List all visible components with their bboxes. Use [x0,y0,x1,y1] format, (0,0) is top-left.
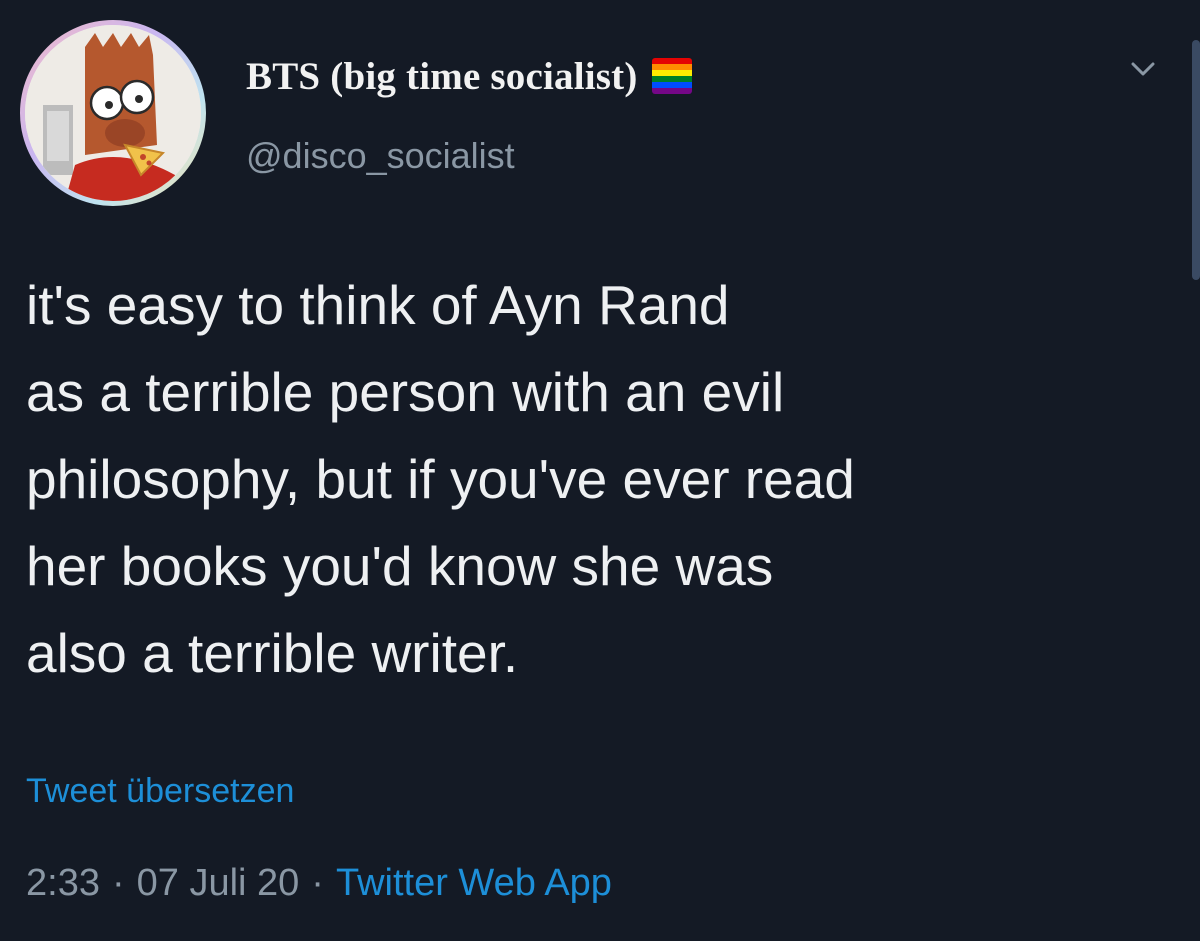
avatar-image [25,25,201,201]
user-handle[interactable]: @disco_socialist [246,135,515,177]
meta-separator: · [311,862,324,904]
scrollbar[interactable] [1192,40,1200,280]
tweet-date[interactable]: 07 Juli 20 [137,862,300,905]
avatar[interactable] [20,20,206,206]
rainbow-flag-icon [651,58,692,94]
meta-separator: · [111,862,125,904]
chevron-down-icon[interactable] [1126,52,1160,86]
cartoon-character-avatar-icon [25,25,201,201]
translate-tweet-link[interactable]: Tweet übersetzen [26,772,294,811]
tweet-card: BTS (big time socialist) @disco_socialis… [0,0,1200,941]
display-name-row: BTS (big time socialist) [246,46,692,106]
display-name[interactable]: BTS (big time socialist) [246,54,638,99]
tweet-meta: 2:33 · 07 Juli 20 · Twitter Web App [26,862,612,905]
tweet-text: it's easy to think of Ayn Rand as a terr… [26,274,855,684]
tweet-time[interactable]: 2:33 [26,862,100,905]
tweet-source-link[interactable]: Twitter Web App [336,862,612,905]
